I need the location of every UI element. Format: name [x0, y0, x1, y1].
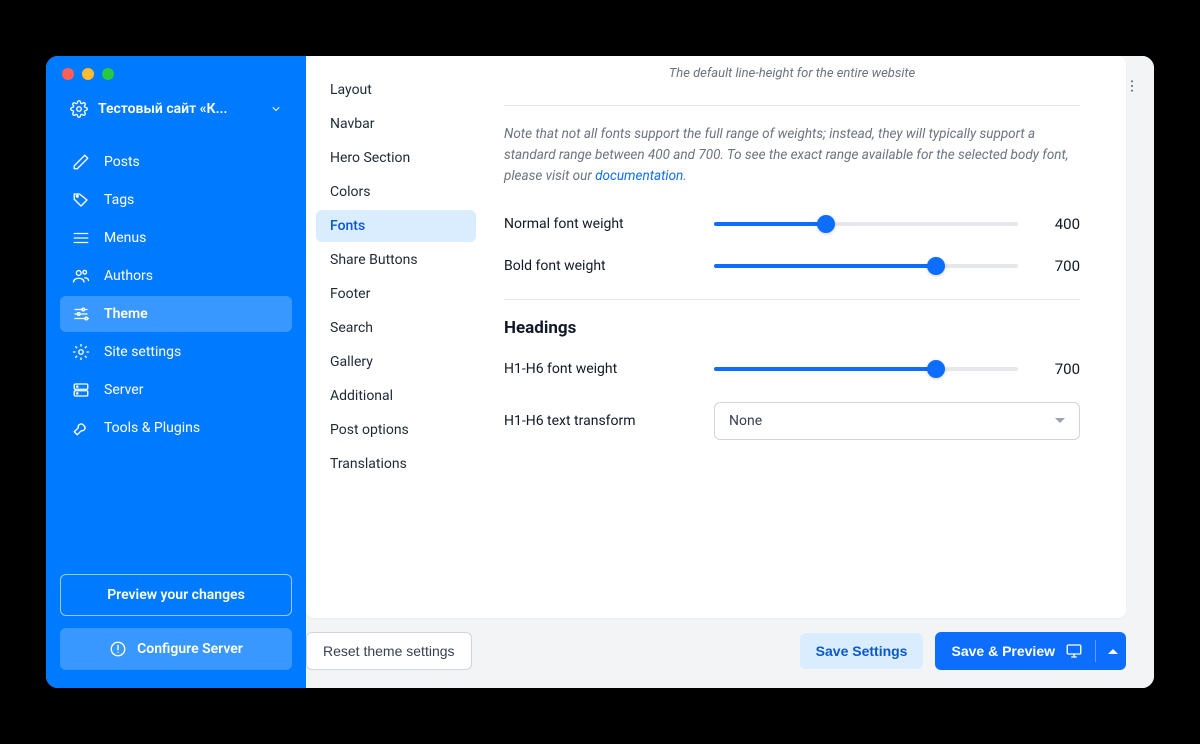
sidebar-bottom: Preview your changes Configure Server [60, 574, 292, 670]
sidebar-item-settings[interactable]: Site settings [60, 334, 292, 370]
note-text-end: . [683, 168, 686, 184]
app-window: Тестовый сайт «К... Posts Tags Menus Aut… [46, 56, 1154, 688]
save-preview-button[interactable]: Save & Preview [935, 632, 1126, 670]
theme-subnav: Layout Navbar Hero Section Colors Fonts … [306, 56, 486, 618]
heading-transform-select[interactable]: None [714, 402, 1080, 440]
fonts-panel: The default line-height for the entire w… [486, 56, 1126, 618]
sidebar-item-label: Tools & Plugins [104, 420, 200, 436]
subnav-navbar[interactable]: Navbar [316, 108, 476, 140]
subnav-translations[interactable]: Translations [316, 448, 476, 480]
subnav-search[interactable]: Search [316, 312, 476, 344]
control-label: Bold font weight [504, 258, 694, 274]
server-icon [72, 381, 90, 399]
gear-icon [72, 343, 90, 361]
slider-wrap: 700 [714, 360, 1080, 378]
monitor-icon [1065, 642, 1083, 660]
subnav-layout[interactable]: Layout [316, 74, 476, 106]
chevron-up-icon[interactable] [1108, 649, 1118, 654]
documentation-link[interactable]: documentation [595, 168, 683, 184]
subnav-share[interactable]: Share Buttons [316, 244, 476, 276]
users-icon [72, 267, 90, 285]
sidebar-item-label: Tags [104, 192, 134, 208]
note-text: Note that not all fonts support the full… [504, 126, 1068, 184]
sidebar-item-posts[interactable]: Posts [60, 144, 292, 180]
pencil-icon [72, 153, 90, 171]
more-menu-button[interactable] [1120, 74, 1144, 102]
slider-wrap: 700 [714, 257, 1080, 275]
bold-weight-slider[interactable] [714, 264, 1018, 268]
save-settings-button[interactable]: Save Settings [800, 633, 924, 669]
sidebar-item-tags[interactable]: Tags [60, 182, 292, 218]
window-traffic-lights [62, 68, 114, 80]
alert-circle-icon [109, 640, 127, 658]
heading-weight-slider[interactable] [714, 367, 1018, 371]
sidebar-item-authors[interactable]: Authors [60, 258, 292, 294]
chevron-down-icon [1055, 418, 1065, 423]
subnav-additional[interactable]: Additional [316, 380, 476, 412]
sidebar-item-label: Authors [104, 268, 153, 284]
divider [504, 105, 1080, 106]
control-label: Normal font weight [504, 216, 694, 232]
heading-weight-value: 700 [1040, 360, 1080, 378]
maximize-window-icon[interactable] [102, 68, 114, 80]
slider-thumb[interactable] [927, 257, 945, 275]
button-label: Save & Preview [951, 643, 1055, 659]
wrench-icon [72, 419, 90, 437]
slider-wrap: 400 [714, 215, 1080, 233]
sidebar-item-label: Site settings [104, 344, 181, 360]
sidebar-nav: Posts Tags Menus Authors Theme Site sett… [60, 144, 292, 446]
button-label: Configure Server [137, 641, 243, 657]
subnav-fonts[interactable]: Fonts [316, 210, 476, 242]
sliders-icon [72, 305, 90, 323]
subnav-post-options[interactable]: Post options [316, 414, 476, 446]
sidebar-item-label: Menus [104, 230, 146, 246]
chevron-down-icon [270, 103, 282, 115]
menu-icon [72, 229, 90, 247]
heading-transform-row: H1-H6 text transform None [504, 402, 1080, 440]
site-name: Тестовый сайт «К... [98, 101, 260, 117]
heading-weight-row: H1-H6 font weight 700 [504, 360, 1080, 378]
sidebar-item-label: Theme [104, 306, 148, 322]
sidebar: Тестовый сайт «К... Posts Tags Menus Aut… [46, 56, 306, 688]
tag-icon [72, 191, 90, 209]
configure-server-button[interactable]: Configure Server [60, 628, 292, 670]
subnav-colors[interactable]: Colors [316, 176, 476, 208]
close-window-icon[interactable] [62, 68, 74, 80]
sidebar-item-server[interactable]: Server [60, 372, 292, 408]
slider-thumb[interactable] [817, 215, 835, 233]
minimize-window-icon[interactable] [82, 68, 94, 80]
slider-thumb[interactable] [927, 360, 945, 378]
sidebar-item-menus[interactable]: Menus [60, 220, 292, 256]
divider [504, 299, 1080, 300]
sidebar-item-label: Server [104, 382, 143, 398]
site-switcher[interactable]: Тестовый сайт «К... [60, 92, 292, 126]
bold-weight-row: Bold font weight 700 [504, 257, 1080, 275]
preview-changes-button[interactable]: Preview your changes [60, 574, 292, 616]
subnav-gallery[interactable]: Gallery [316, 346, 476, 378]
main-area: Layout Navbar Hero Section Colors Fonts … [306, 56, 1154, 688]
headings-section-title: Headings [504, 318, 1080, 338]
subnav-footer[interactable]: Footer [316, 278, 476, 310]
line-height-description: The default line-height for the entire w… [504, 62, 1080, 95]
subnav-hero[interactable]: Hero Section [316, 142, 476, 174]
button-divider [1095, 640, 1096, 662]
sidebar-item-tools[interactable]: Tools & Plugins [60, 410, 292, 446]
font-weight-note: Note that not all fonts support the full… [504, 124, 1080, 187]
site-icon [70, 100, 88, 118]
sidebar-item-theme[interactable]: Theme [60, 296, 292, 332]
settings-card: Layout Navbar Hero Section Colors Fonts … [306, 56, 1126, 618]
reset-theme-button[interactable]: Reset theme settings [306, 632, 472, 670]
sidebar-item-label: Posts [104, 154, 140, 170]
button-label: Preview your changes [107, 587, 245, 603]
footer-actions: Reset theme settings Save Settings Save … [306, 632, 1126, 670]
control-label: H1-H6 font weight [504, 361, 694, 377]
normal-weight-value: 400 [1040, 215, 1080, 233]
bold-weight-value: 700 [1040, 257, 1080, 275]
select-value: None [729, 413, 762, 429]
control-label: H1-H6 text transform [504, 413, 694, 429]
normal-weight-row: Normal font weight 400 [504, 215, 1080, 233]
kebab-icon [1124, 78, 1140, 94]
normal-weight-slider[interactable] [714, 222, 1018, 226]
